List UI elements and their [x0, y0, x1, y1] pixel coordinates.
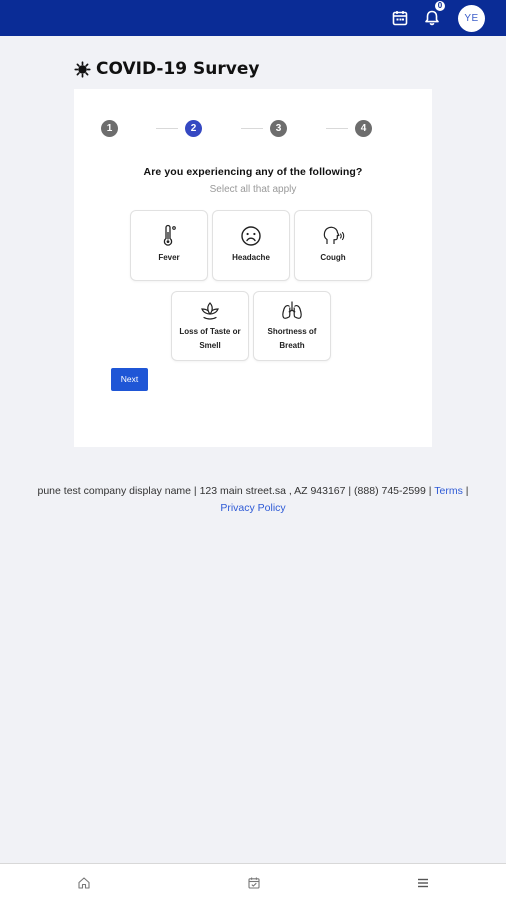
- home-icon[interactable]: [77, 876, 91, 890]
- calendar-icon[interactable]: [391, 9, 409, 27]
- option-label-line1: Loss of Taste or: [179, 327, 241, 336]
- top-app-bar: 0 YE: [0, 0, 506, 36]
- step-4: 4: [355, 120, 372, 137]
- survey-subtitle: Select all that apply: [209, 184, 297, 195]
- step-1: 1: [101, 120, 118, 137]
- privacy-policy-link[interactable]: Privacy Policy: [220, 502, 285, 514]
- footer-separator: |: [465, 485, 469, 497]
- calendar-check-icon[interactable]: [247, 876, 261, 890]
- footer-line-2: Privacy Policy: [0, 500, 506, 517]
- option-headache[interactable]: Headache: [212, 210, 290, 281]
- page-header: COVID-19 Survey: [74, 58, 259, 80]
- virus-icon: [74, 60, 91, 78]
- thermometer-icon: [163, 224, 176, 246]
- option-shortness-of-breath[interactable]: Shortness of Breath: [253, 291, 331, 361]
- footer: pune test company display name | 123 mai…: [0, 483, 506, 517]
- stepper-connector: [241, 128, 263, 129]
- footer-line-1: pune test company display name | 123 mai…: [0, 483, 506, 500]
- bottom-navigation: [0, 863, 506, 900]
- lotus-icon: [201, 302, 219, 320]
- option-label-line1: Shortness of: [267, 327, 317, 336]
- option-label-line2: Smell: [199, 341, 221, 350]
- page-title: COVID-19 Survey: [96, 59, 260, 79]
- avatar[interactable]: YE: [458, 5, 485, 32]
- lungs-icon: [282, 301, 302, 319]
- option-label-line2: Breath: [279, 341, 305, 350]
- terms-link[interactable]: Terms: [434, 485, 463, 497]
- footer-company-info: pune test company display name | 123 mai…: [37, 485, 432, 497]
- stepper-connector: [156, 128, 178, 129]
- option-label: Fever: [158, 253, 180, 262]
- option-cough[interactable]: Cough: [294, 210, 372, 281]
- progress-stepper: 1 2 3 4: [0, 120, 506, 138]
- step-3: 3: [270, 120, 287, 137]
- option-label: Cough: [320, 253, 346, 262]
- sad-face-icon: [241, 226, 261, 246]
- menu-icon[interactable]: [416, 876, 430, 890]
- cough-icon: [323, 226, 345, 244]
- option-loss-of-taste-or-smell[interactable]: Loss of Taste or Smell: [171, 291, 249, 361]
- step-2-active: 2: [185, 120, 202, 137]
- option-fever[interactable]: Fever: [130, 210, 208, 281]
- option-label: Headache: [232, 253, 270, 262]
- stepper-connector: [326, 128, 348, 129]
- next-button[interactable]: Next: [111, 368, 148, 391]
- survey-question: Are you experiencing any of the followin…: [143, 166, 363, 178]
- notification-count-badge: 0: [434, 0, 446, 12]
